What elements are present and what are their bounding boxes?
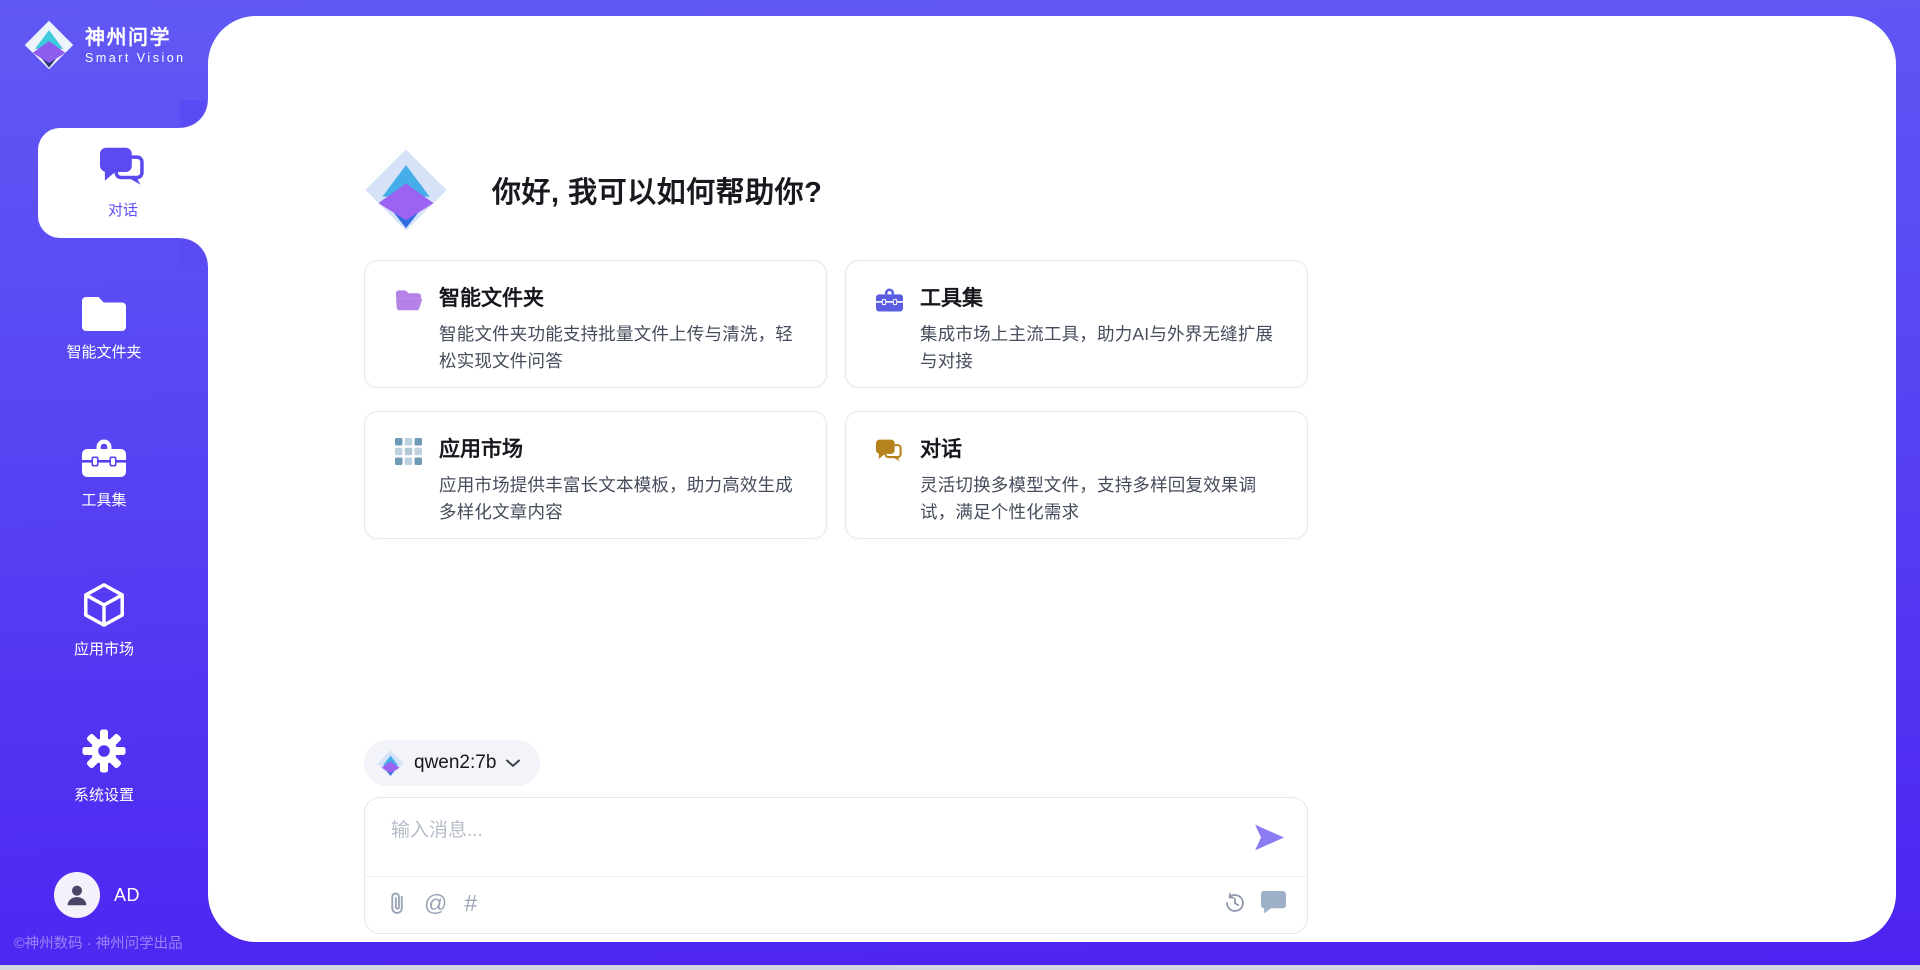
sidebar-item-settings[interactable]: 系统设置	[0, 726, 208, 806]
main-content: 你好, 我可以如何帮助你? 智能文件夹 智能文件夹功能支持批量文件上传与清洗，轻…	[364, 0, 1308, 970]
app-root: 神州问学 Smart Vision 对话 智能文件夹	[0, 0, 1920, 970]
model-name: qwen2:7b	[414, 752, 496, 774]
card-description: 灵活切换多模型文件，支持多样回复效果调试，满足个性化需求	[920, 472, 1281, 526]
sidebar-item-chat[interactable]: 对话	[38, 128, 208, 238]
card-title: 工具集	[920, 285, 1281, 314]
person-icon	[64, 882, 90, 908]
avatar	[54, 872, 100, 918]
chat-icon	[100, 147, 146, 189]
history-icon[interactable]	[1223, 891, 1246, 914]
greeting: 你好, 我可以如何帮助你?	[364, 148, 822, 232]
brand-subtitle: Smart Vision	[85, 51, 186, 65]
sidebar: 神州问学 Smart Vision 对话 智能文件夹	[0, 0, 208, 970]
sidebar-item-toolset[interactable]: 工具集	[0, 434, 208, 514]
at-icon[interactable]: @	[424, 890, 447, 916]
composer-right-tools	[1223, 891, 1286, 914]
card-chat[interactable]: 对话 灵活切换多模型文件，支持多样回复效果调试，满足个性化需求	[845, 411, 1308, 539]
attachment-icon[interactable]	[388, 890, 407, 916]
card-description: 应用市场提供丰富长文本模板，助力高效生成多样化文章内容	[439, 472, 800, 526]
screen-bottom-edge	[0, 965, 1920, 970]
message-input-box: @ #	[364, 797, 1308, 934]
cube-icon	[82, 582, 126, 628]
folder-open-icon	[395, 287, 422, 314]
grid-icon	[395, 438, 422, 465]
gear-icon	[81, 728, 127, 774]
sidebar-item-smart-folder[interactable]: 智能文件夹	[0, 288, 208, 368]
comment-icon[interactable]	[1261, 891, 1286, 914]
message-input[interactable]	[389, 813, 1232, 849]
card-description: 智能文件夹功能支持批量文件上传与清洗，轻松实现文件问答	[439, 321, 800, 375]
card-description: 集成市场上主流工具，助力AI与外界无缝扩展与对接	[920, 321, 1281, 375]
user-account[interactable]: AD	[54, 872, 140, 918]
briefcase-icon	[876, 287, 903, 314]
sidebar-item-label: 对话	[108, 199, 138, 220]
sidebar-item-app-market[interactable]: 应用市场	[0, 580, 208, 660]
sidebar-item-label: 应用市场	[74, 638, 134, 659]
chevron-down-icon	[506, 759, 520, 768]
send-icon[interactable]	[1254, 823, 1285, 852]
brand-logo-icon	[24, 20, 74, 70]
card-title: 智能文件夹	[439, 285, 800, 314]
hash-icon[interactable]: #	[464, 890, 477, 916]
sidebar-nav: 对话 智能文件夹 工具集	[0, 128, 208, 872]
card-toolset[interactable]: 工具集 集成市场上主流工具，助力AI与外界无缝扩展与对接	[845, 260, 1308, 388]
card-title: 应用市场	[439, 436, 800, 465]
feature-cards: 智能文件夹 智能文件夹功能支持批量文件上传与清洗，轻松实现文件问答 工具集 集成…	[364, 260, 1308, 539]
brand-name: 神州问学	[85, 26, 186, 50]
chat-icon	[876, 438, 903, 465]
sidebar-item-label: 智能文件夹	[66, 341, 141, 362]
user-label: AD	[114, 885, 140, 906]
assistant-logo-icon	[364, 148, 448, 232]
copyright: ©神州数码 · 神州问学出品	[14, 932, 208, 953]
sidebar-item-label: 工具集	[81, 489, 126, 510]
card-app-market[interactable]: 应用市场 应用市场提供丰富长文本模板，助力高效生成多样化文章内容	[364, 411, 827, 539]
card-smart-folder[interactable]: 智能文件夹 智能文件夹功能支持批量文件上传与清洗，轻松实现文件问答	[364, 260, 827, 388]
model-logo-icon	[377, 750, 404, 777]
greeting-text: 你好, 我可以如何帮助你?	[492, 169, 822, 211]
sidebar-item-label: 系统设置	[74, 784, 134, 805]
brand: 神州问学 Smart Vision	[24, 20, 208, 70]
card-title: 对话	[920, 436, 1281, 465]
folder-icon	[82, 294, 126, 331]
composer-divider	[365, 876, 1307, 877]
composer: qwen2:7b @ #	[364, 740, 1308, 934]
model-selector[interactable]: qwen2:7b	[364, 740, 540, 786]
toolbox-icon	[82, 439, 126, 479]
composer-left-tools: @ #	[388, 890, 477, 916]
